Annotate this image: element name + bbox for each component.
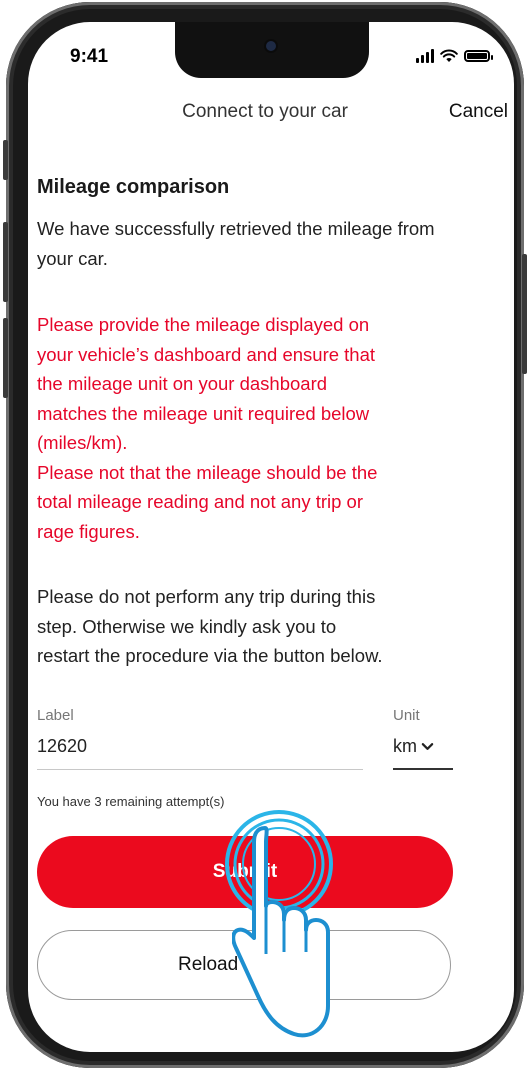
attempts-remaining: You have 3 remaining attempt(s) bbox=[37, 794, 225, 809]
cancel-button[interactable]: Cancel bbox=[449, 101, 508, 123]
reload-mileage-button[interactable]: Reload mileage bbox=[37, 930, 451, 1000]
notice-text: Please do not perform any trip during th… bbox=[37, 582, 455, 671]
warning-line: (miles/km). bbox=[37, 432, 128, 453]
mileage-input[interactable]: 12620 bbox=[37, 736, 363, 770]
volume-down-button bbox=[3, 318, 8, 398]
intro-text: We have successfully retrieved the milea… bbox=[37, 218, 435, 269]
warning-line: your vehicle’s dashboard and ensure that bbox=[37, 343, 376, 365]
signal-icon bbox=[416, 49, 434, 63]
status-time: 9:41 bbox=[70, 46, 109, 67]
battery-icon bbox=[464, 50, 493, 62]
submit-button[interactable]: Submit bbox=[37, 836, 453, 908]
warning-line: matches the mileage unit required below bbox=[37, 402, 370, 424]
chevron-down-icon bbox=[421, 743, 434, 750]
mute-switch bbox=[3, 140, 8, 180]
unit-field-label: Unit bbox=[393, 707, 420, 724]
camera bbox=[266, 41, 276, 51]
notice-line: step. Otherwise we kindly ask you to bbox=[37, 615, 337, 637]
status-icons bbox=[416, 46, 493, 66]
reload-button-label: Reload mileage bbox=[177, 954, 311, 975]
warning-line: the mileage unit on your dashboard bbox=[37, 373, 328, 394]
power-button bbox=[522, 254, 527, 374]
submit-button-label: Submit bbox=[212, 861, 278, 882]
warning-line: Please provide the mileage displayed on bbox=[37, 314, 370, 335]
notice-line: restart the procedure via the button bel… bbox=[37, 645, 383, 666]
warning-line: rage figures. bbox=[37, 520, 140, 542]
notice-line: Please do not perform any trip during th… bbox=[37, 586, 376, 607]
unit-select-value: km bbox=[393, 736, 417, 756]
volume-up-button bbox=[3, 222, 8, 302]
warning-text: Please provide the mileage displayed on … bbox=[37, 310, 455, 546]
warning-line: total mileage reading and not any trip o… bbox=[37, 491, 364, 512]
mileage-field-label: Label bbox=[37, 707, 74, 724]
section-heading: Mileage comparison bbox=[37, 176, 230, 198]
wifi-icon bbox=[440, 49, 458, 62]
unit-select[interactable]: km bbox=[393, 736, 453, 770]
notch bbox=[175, 22, 369, 78]
warning-line: Please not that the mileage should be th… bbox=[37, 461, 378, 483]
